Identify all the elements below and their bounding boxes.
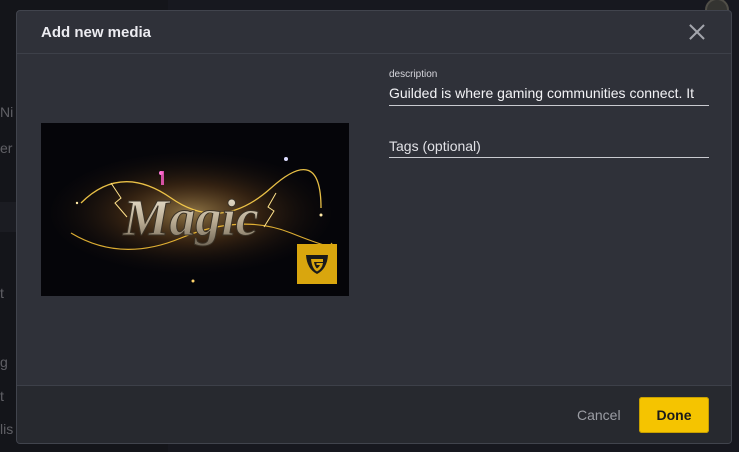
media-preview: Magic [41, 123, 349, 296]
modal-footer: Cancel Done [17, 385, 731, 443]
tags-input[interactable]: Tags (optional) [389, 137, 709, 158]
add-media-modal: Add new media Magic description Guilded … [16, 10, 732, 444]
close-icon[interactable] [687, 22, 707, 42]
preview-title: Magic [122, 190, 259, 247]
modal-header: Add new media [17, 11, 731, 54]
modal-title: Add new media [41, 24, 152, 41]
cancel-button[interactable]: Cancel [577, 407, 621, 423]
done-button[interactable]: Done [639, 397, 709, 433]
guilded-logo-icon [297, 244, 337, 284]
description-input[interactable]: Guilded is where gaming communities conn… [389, 84, 709, 106]
description-label: description [389, 69, 438, 80]
